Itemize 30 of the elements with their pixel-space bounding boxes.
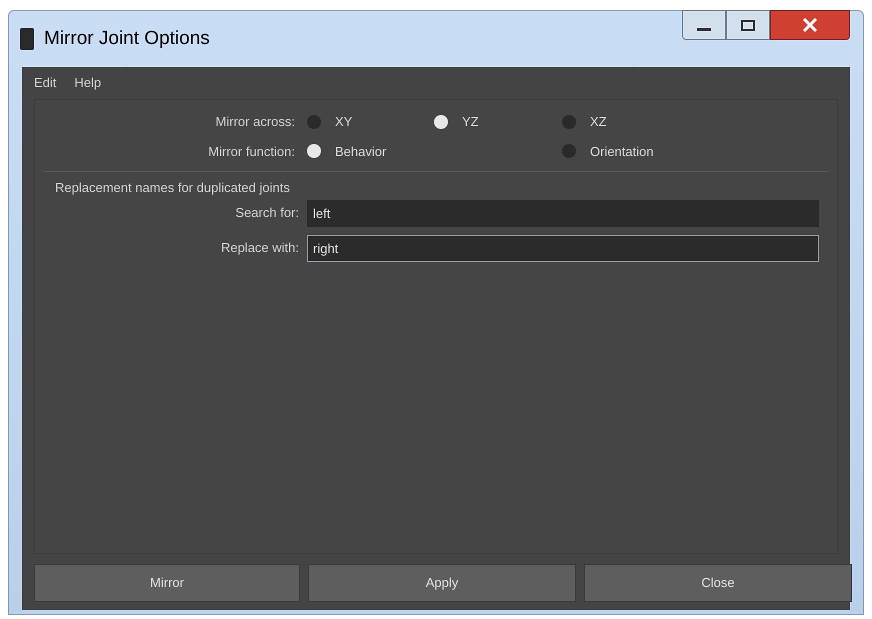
minimize-button[interactable] bbox=[682, 10, 726, 40]
text-field[interactable]: right bbox=[307, 234, 819, 262]
radio-button[interactable] bbox=[562, 114, 576, 129]
radio-label: XZ bbox=[590, 113, 607, 131]
close-icon bbox=[802, 18, 818, 32]
minimize-icon bbox=[697, 28, 711, 31]
text-field[interactable]: left bbox=[307, 200, 819, 226]
menu-item[interactable]: Help bbox=[74, 73, 102, 93]
option-label: Mirror function: bbox=[207, 142, 296, 160]
dialog-button[interactable]: Mirror bbox=[34, 564, 300, 602]
window-title: Mirror Joint Options bbox=[44, 26, 210, 51]
radio-button[interactable] bbox=[434, 114, 448, 129]
radio-label: Behavior bbox=[335, 142, 386, 160]
dialog-button[interactable]: Apply bbox=[308, 564, 576, 602]
maximize-button[interactable] bbox=[726, 10, 770, 40]
radio-label: YZ bbox=[462, 113, 479, 131]
radio-label: XY bbox=[335, 113, 352, 131]
field-label: Search for: bbox=[234, 204, 300, 222]
app-icon bbox=[20, 28, 34, 50]
radio-button[interactable] bbox=[562, 144, 576, 158]
field-label: Replace with: bbox=[220, 239, 300, 258]
radio-button[interactable] bbox=[307, 144, 321, 158]
close-window-button[interactable] bbox=[770, 10, 850, 40]
radio-button[interactable] bbox=[307, 114, 321, 129]
menu-item[interactable]: Edit bbox=[34, 73, 56, 93]
section-title: Replacement names for duplicated joints bbox=[54, 179, 291, 197]
radio-label: Orientation bbox=[590, 142, 654, 160]
option-label: Mirror across: bbox=[214, 113, 296, 131]
maximize-icon bbox=[741, 20, 755, 30]
dialog-button[interactable]: Close bbox=[584, 564, 852, 602]
